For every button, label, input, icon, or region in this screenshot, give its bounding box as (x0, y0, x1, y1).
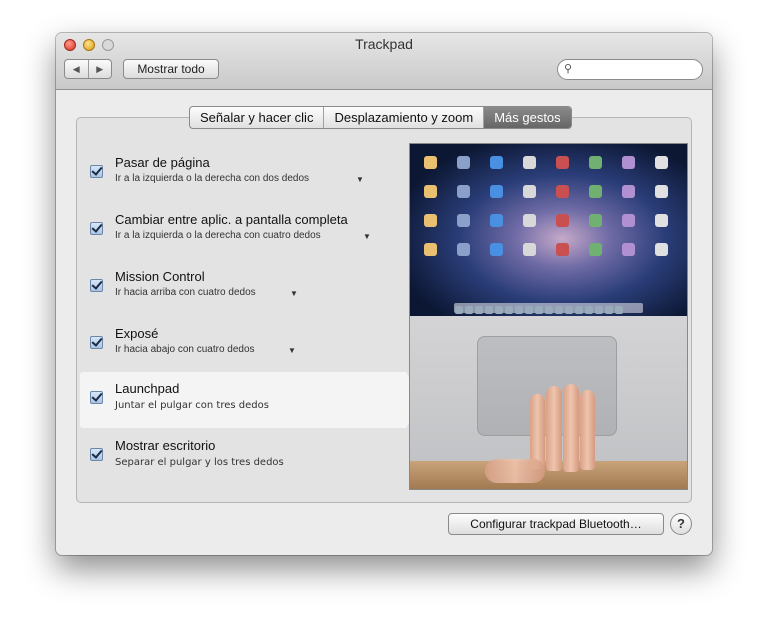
title-bar: Trackpad ◀ ▶ Mostrar todo ⚲ (56, 33, 712, 90)
app-icon-image (556, 214, 569, 227)
gesture-row-switch-fullscreen[interactable]: Cambiar entre aplic. a pantalla completa… (80, 206, 406, 262)
mission-control-checkbox[interactable] (90, 279, 103, 292)
switch-fullscreen-checkbox[interactable] (90, 222, 103, 235)
app-icon-image (424, 156, 437, 169)
forward-button[interactable]: ▶ (89, 60, 112, 78)
configure-bluetooth-trackpad-button[interactable]: Configurar trackpad Bluetooth… (448, 513, 664, 535)
app-icon-image (622, 156, 635, 169)
app-icon-image (523, 185, 536, 198)
tab-scroll-zoom[interactable]: Desplazamiento y zoom (324, 107, 485, 128)
app-icon-image (589, 243, 602, 256)
app-icon-image (457, 185, 470, 198)
gesture-row-expose[interactable]: Exposé Ir hacia abajo con cuatro dedos ▼ (80, 320, 406, 376)
chevron-down-icon[interactable]: ▼ (290, 289, 298, 298)
gesture-row-launchpad[interactable]: Launchpad Juntar el pulgar con tres dedo… (80, 372, 422, 428)
app-icon-image (457, 156, 470, 169)
app-icon-image (523, 243, 536, 256)
app-icon-image (490, 243, 503, 256)
gesture-title: Pasar de página (115, 155, 210, 170)
back-button[interactable]: ◀ (65, 60, 89, 78)
laptop-palmrest-image (410, 316, 687, 489)
gesture-subtitle[interactable]: Ir a la izquierda o la derecha con cuatr… (115, 230, 321, 241)
gesture-title: Exposé (115, 326, 159, 341)
app-icon-image (589, 156, 602, 169)
app-icon-image (490, 185, 503, 198)
gesture-title: Mission Control (115, 269, 205, 284)
gesture-row-swipe-pages[interactable]: Pasar de página Ir a la izquierda o la d… (80, 149, 406, 205)
app-icon-image (622, 214, 635, 227)
app-icon-image (424, 243, 437, 256)
tab-point-click[interactable]: Señalar y hacer clic (190, 107, 325, 128)
app-icon-image (589, 185, 602, 198)
search-field[interactable]: ⚲ (557, 59, 703, 80)
chevron-down-icon[interactable]: ▼ (356, 175, 364, 184)
launchpad-screen-image (410, 144, 687, 316)
app-icon-image (457, 214, 470, 227)
finger-image (563, 384, 579, 472)
gesture-title: Cambiar entre aplic. a pantalla completa (115, 212, 348, 227)
preferences-window: Trackpad ◀ ▶ Mostrar todo ⚲ Señalar y ha… (56, 33, 712, 555)
show-all-button[interactable]: Mostrar todo (123, 59, 219, 79)
launchpad-checkbox[interactable] (90, 391, 103, 404)
gesture-subtitle[interactable]: Ir hacia abajo con cuatro dedos (115, 344, 255, 355)
finger-image (530, 394, 545, 469)
gesture-subtitle[interactable]: Ir a la izquierda o la derecha con dos d… (115, 173, 309, 184)
app-icon-image (556, 185, 569, 198)
app-icon-image (556, 156, 569, 169)
app-icon-image (655, 214, 668, 227)
app-icon-image (655, 156, 668, 169)
gesture-row-mission-control[interactable]: Mission Control Ir hacia arriba con cuat… (80, 263, 406, 319)
gesture-subtitle: Separar el pulgar y los tres dedos (115, 457, 284, 468)
app-icon-image (424, 185, 437, 198)
app-icon-image (457, 243, 470, 256)
window-title: Trackpad (355, 36, 413, 52)
dock-image (454, 303, 643, 314)
app-icon-image (655, 243, 668, 256)
gesture-row-show-desktop[interactable]: Mostrar escritorio Separar el pulgar y l… (80, 431, 406, 487)
finger-image (546, 386, 562, 471)
app-icon-image (556, 243, 569, 256)
tab-more-gestures[interactable]: Más gestos (484, 107, 571, 128)
gesture-title: Launchpad (115, 381, 180, 396)
expose-checkbox[interactable] (90, 336, 103, 349)
thumb-image (485, 459, 545, 483)
magnifier-icon: ⚲ (564, 63, 573, 75)
app-icon-image (523, 214, 536, 227)
help-button[interactable]: ? (670, 513, 692, 535)
app-icon-image (424, 214, 437, 227)
app-icon-image (523, 156, 536, 169)
app-icon-image (490, 156, 503, 169)
tab-bar: Señalar y hacer clic Desplazamiento y zo… (189, 106, 572, 129)
chevron-down-icon[interactable]: ▼ (363, 232, 371, 241)
swipe-pages-checkbox[interactable] (90, 165, 103, 178)
app-icon-image (622, 185, 635, 198)
app-icon-image (589, 214, 602, 227)
app-icon-image (655, 185, 668, 198)
show-desktop-checkbox[interactable] (90, 448, 103, 461)
gesture-title: Mostrar escritorio (115, 438, 216, 453)
app-icon-image (622, 243, 635, 256)
app-icon-image (490, 214, 503, 227)
chevron-down-icon[interactable]: ▼ (288, 346, 296, 355)
gesture-preview-video (409, 143, 688, 490)
gesture-subtitle: Juntar el pulgar con tres dedos (115, 400, 269, 411)
back-forward-control: ◀ ▶ (64, 59, 112, 79)
finger-image (580, 390, 595, 470)
gesture-subtitle[interactable]: Ir hacia arriba con cuatro dedos (115, 287, 256, 298)
